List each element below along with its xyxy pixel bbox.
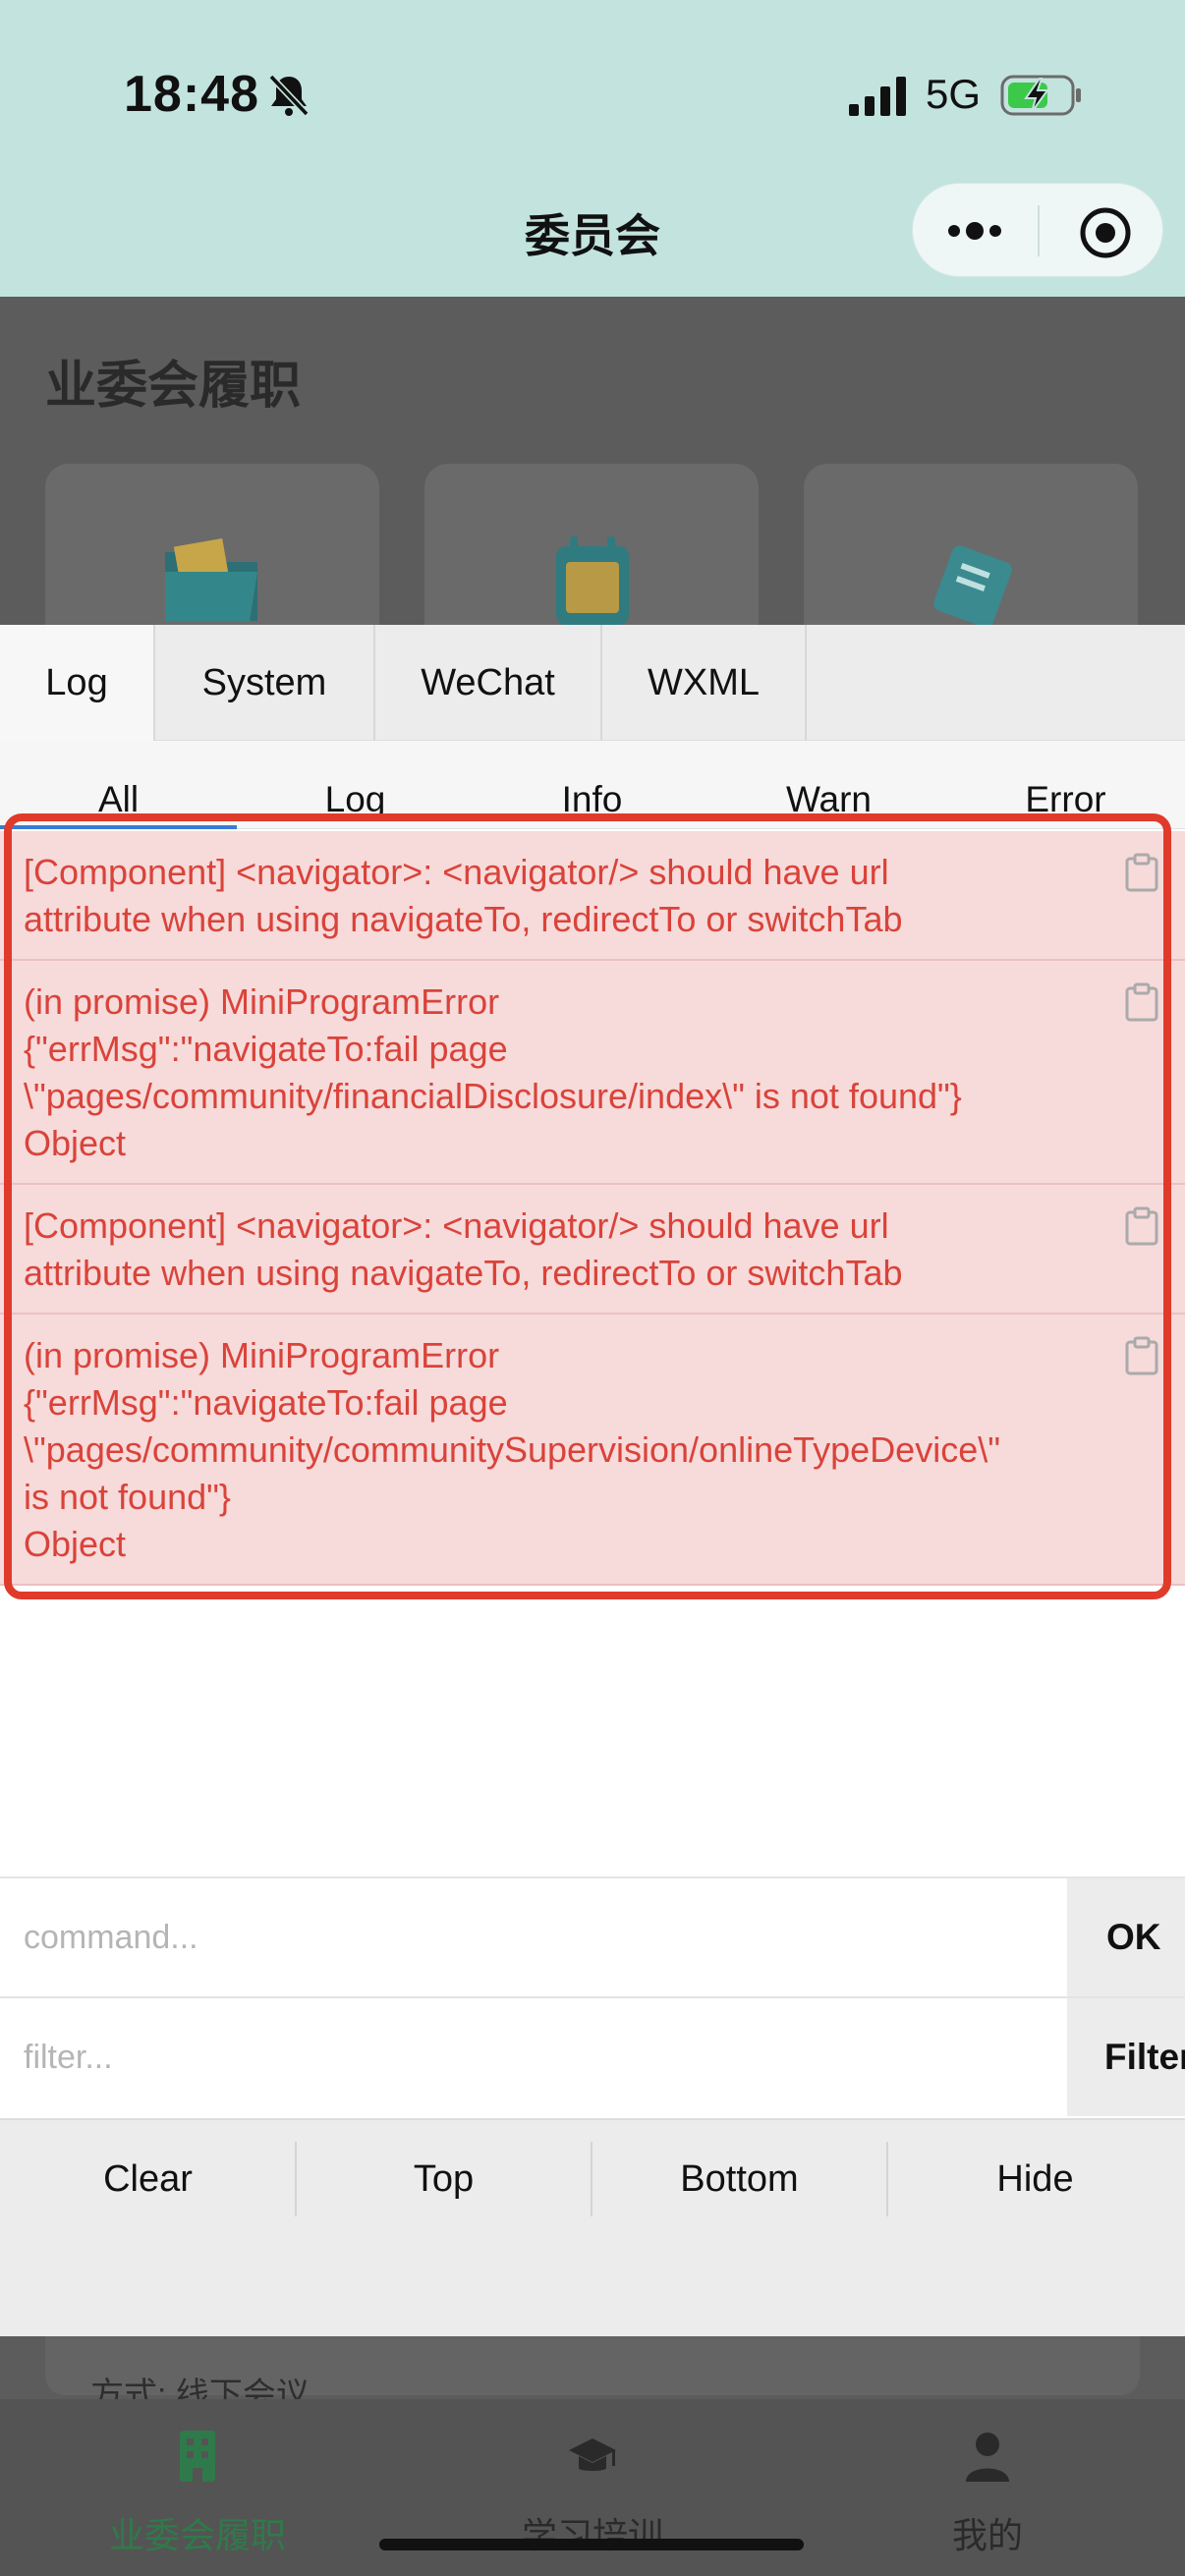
log-line: \"pages/community/communitySupervision/o…: [24, 1429, 1001, 1470]
subtab-all[interactable]: All: [0, 741, 237, 829]
subtab-info[interactable]: Info: [474, 741, 710, 829]
filter-row: Filter: [0, 1996, 1185, 2116]
graduation-cap-icon: [569, 2438, 616, 2471]
signal-icon: [849, 77, 906, 116]
console-actions: Clear Top Bottom Hide: [0, 2118, 1185, 2336]
console-tabs: Log System WeChat WXML: [0, 625, 1185, 741]
command-input[interactable]: [0, 1878, 1067, 1996]
tab-wxml[interactable]: WXML: [602, 625, 807, 741]
background-page: 业委会履职: [0, 297, 1185, 625]
meeting-card: 方式: 线下会议: [45, 2336, 1140, 2414]
log-entry-error[interactable]: (in promise) MiniProgramError {"errMsg":…: [0, 961, 1185, 1185]
log-line: attribute when using navigateTo, redirec…: [24, 1253, 903, 1293]
top-button[interactable]: Top: [296, 2120, 592, 2238]
log-line: (in promise) MiniProgramError: [24, 1335, 500, 1375]
calendar-icon: [556, 536, 629, 625]
log-entry-error[interactable]: [Component] <navigator>: <navigator/> sh…: [0, 1185, 1185, 1315]
debug-console: Log System WeChat WXML All Log Info Warn…: [0, 625, 1185, 2336]
log-line: Object: [24, 1524, 127, 1564]
status-time: 18:48: [124, 66, 259, 123]
building-icon: [180, 2431, 215, 2482]
tab-log[interactable]: Log: [0, 625, 155, 741]
log-entry-error[interactable]: (in promise) MiniProgramError {"errMsg":…: [0, 1315, 1185, 1586]
top-bar: 18:48 5G 委员会: [0, 0, 1185, 297]
subtab-log[interactable]: Log: [237, 741, 474, 829]
log-line: (in promise) MiniProgramError: [24, 981, 500, 1022]
clipboard-icon[interactable]: [1124, 853, 1159, 892]
log-level-tabs: All Log Info Warn Error: [0, 741, 1185, 829]
tab-label: 业委会履职: [108, 2515, 286, 2555]
log-line: attribute when using navigateTo, redirec…: [24, 899, 903, 939]
bell-muted-icon: [268, 74, 310, 117]
log-line: is not found"}: [24, 1477, 231, 1517]
tab-system[interactable]: System: [155, 625, 375, 741]
capsule-divider: [1038, 205, 1040, 256]
close-target-icon[interactable]: [1078, 205, 1133, 260]
active-subtab-indicator: [0, 825, 237, 829]
clipboard-icon[interactable]: [1124, 982, 1159, 1022]
clipboard-icon[interactable]: [1124, 1336, 1159, 1375]
document-icon: [933, 545, 1012, 625]
filter-input[interactable]: [0, 1998, 1067, 2116]
filter-button[interactable]: Filter: [1067, 1998, 1185, 2116]
log-line: [Component] <navigator>: <navigator/> sh…: [24, 1205, 889, 1246]
clipboard-icon[interactable]: [1124, 1206, 1159, 1246]
battery-charging-icon: [1000, 75, 1081, 116]
hide-button[interactable]: Hide: [887, 2120, 1183, 2238]
log-line: [Component] <navigator>: <navigator/> sh…: [24, 852, 889, 892]
tab-wechat[interactable]: WeChat: [375, 625, 602, 741]
tab-label: 学习培训: [521, 2515, 663, 2555]
tab-label: 我的: [951, 2515, 1023, 2555]
subtab-error[interactable]: Error: [947, 741, 1184, 829]
log-line: {"errMsg":"navigateTo:fail page: [24, 1382, 508, 1423]
folder-icon: [165, 537, 257, 621]
person-icon: [966, 2433, 1009, 2482]
log-line: Object: [24, 1123, 127, 1163]
tab-mine[interactable]: 我的: [790, 2399, 1185, 2576]
command-row: OK: [0, 1876, 1185, 1996]
subtab-warn[interactable]: Warn: [710, 741, 947, 829]
log-entry-error[interactable]: [Component] <navigator>: <navigator/> sh…: [0, 831, 1185, 961]
section-title: 业委会履职: [45, 358, 302, 415]
log-list: [Component] <navigator>: <navigator/> sh…: [0, 831, 1185, 1586]
clear-button[interactable]: Clear: [0, 2120, 296, 2238]
home-indicator: [379, 2539, 804, 2550]
more-icon[interactable]: [942, 211, 1011, 251]
log-line: {"errMsg":"navigateTo:fail page: [24, 1029, 508, 1069]
tab-committee-duties[interactable]: 业委会履职: [0, 2399, 395, 2576]
ok-button[interactable]: OK: [1067, 1878, 1185, 1996]
network-type: 5G: [926, 71, 982, 117]
bottom-button[interactable]: Bottom: [592, 2120, 887, 2238]
log-line: \"pages/community/financialDisclosure/in…: [24, 1076, 962, 1116]
mini-program-capsule: [912, 183, 1163, 277]
